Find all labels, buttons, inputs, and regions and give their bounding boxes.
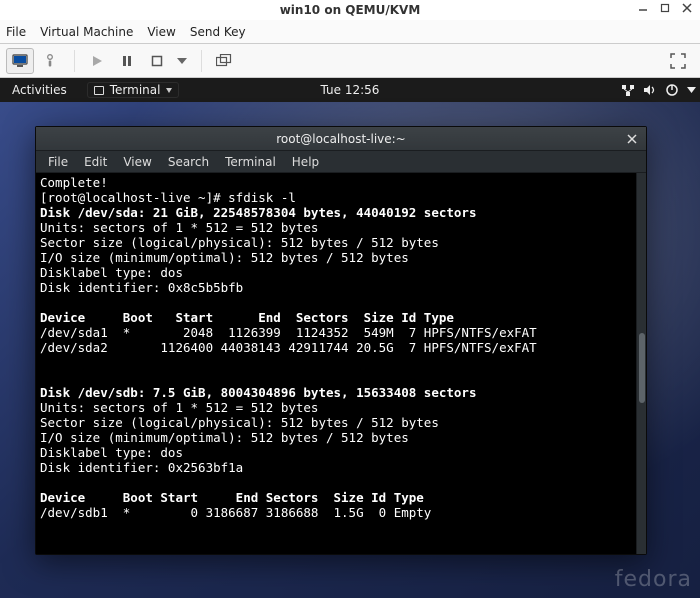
term-line: Disklabel type: dos bbox=[40, 265, 183, 280]
terminal-menubar: File Edit View Search Terminal Help bbox=[36, 151, 646, 173]
host-titlebar: win10 on QEMU/KVM bbox=[0, 0, 700, 20]
gnome-topbar: Activities Terminal Tue 12:56 bbox=[0, 78, 700, 102]
info-icon bbox=[43, 54, 57, 68]
host-menu-file[interactable]: File bbox=[6, 25, 26, 39]
terminal-menu-file[interactable]: File bbox=[48, 155, 68, 169]
window-maximize-button[interactable] bbox=[660, 3, 672, 13]
gnome-app-indicator[interactable]: Terminal bbox=[87, 82, 180, 98]
host-menu-vm[interactable]: Virtual Machine bbox=[40, 25, 133, 39]
chevron-down-icon bbox=[166, 88, 172, 93]
chevron-down-icon bbox=[177, 58, 187, 64]
shutdown-button[interactable] bbox=[143, 48, 171, 74]
term-line: /dev/sda2 1126400 44038143 42911744 20.5… bbox=[40, 340, 537, 355]
term-line: Disk identifier: 0x2563bf1a bbox=[40, 460, 243, 475]
gnome-status-area[interactable] bbox=[621, 83, 696, 97]
term-line: Disk /dev/sdb: 7.5 GiB, 8004304896 bytes… bbox=[40, 385, 477, 400]
terminal-menu-search[interactable]: Search bbox=[168, 155, 209, 169]
pause-icon bbox=[121, 55, 133, 67]
toolbar-separator bbox=[74, 50, 75, 72]
term-line: Device Boot Start End Sectors Size Id Ty… bbox=[40, 310, 454, 325]
host-menu-view[interactable]: View bbox=[147, 25, 175, 39]
fullscreen-icon bbox=[670, 53, 686, 69]
gnome-app-label: Terminal bbox=[110, 83, 161, 97]
show-details-button[interactable] bbox=[36, 48, 64, 74]
terminal-menu-edit[interactable]: Edit bbox=[84, 155, 107, 169]
term-line: Device Boot Start End Sectors Size Id Ty… bbox=[40, 490, 424, 505]
snapshots-button[interactable] bbox=[210, 48, 238, 74]
term-line: /dev/sda1 * 2048 1126399 1124352 549M 7 … bbox=[40, 325, 537, 340]
gnome-activities[interactable]: Activities bbox=[6, 81, 73, 99]
term-line: Disk identifier: 0x8c5b5bfb bbox=[40, 280, 243, 295]
term-line: Sector size (logical/physical): 512 byte… bbox=[40, 415, 439, 430]
fullscreen-button[interactable] bbox=[664, 48, 692, 74]
terminal-menu-help[interactable]: Help bbox=[292, 155, 319, 169]
terminal-scrollbar[interactable] bbox=[636, 173, 646, 554]
fedora-logo: fedora bbox=[615, 567, 692, 592]
term-line: Units: sectors of 1 * 512 = 512 bytes bbox=[40, 220, 318, 235]
power-icon bbox=[665, 83, 679, 97]
gnome-clock[interactable]: Tue 12:56 bbox=[321, 83, 380, 97]
host-toolbar bbox=[0, 44, 700, 78]
terminal-title: root@localhost-live:~ bbox=[276, 132, 406, 146]
network-icon bbox=[621, 84, 635, 97]
play-icon bbox=[91, 55, 103, 67]
close-icon bbox=[627, 134, 637, 144]
terminal-menu-terminal[interactable]: Terminal bbox=[225, 155, 276, 169]
host-window-title: win10 on QEMU/KVM bbox=[0, 3, 700, 17]
host-window-controls bbox=[638, 3, 694, 13]
term-line: Disk /dev/sda: 21 GiB, 22548578304 bytes… bbox=[40, 205, 477, 220]
volume-icon bbox=[643, 84, 657, 96]
terminal-window: root@localhost-live:~ File Edit View Sea… bbox=[35, 126, 647, 555]
terminal-titlebar[interactable]: root@localhost-live:~ bbox=[36, 127, 646, 151]
terminal-menu-view[interactable]: View bbox=[123, 155, 151, 169]
pause-button[interactable] bbox=[113, 48, 141, 74]
term-line: I/O size (minimum/optimal): 512 bytes / … bbox=[40, 430, 409, 445]
window-close-button[interactable] bbox=[682, 3, 694, 13]
scrollbar-thumb[interactable] bbox=[639, 333, 645, 403]
run-button[interactable] bbox=[83, 48, 111, 74]
chevron-down-icon bbox=[687, 87, 696, 93]
term-line: Sector size (logical/physical): 512 byte… bbox=[40, 235, 439, 250]
stop-icon bbox=[150, 54, 164, 68]
monitor-icon bbox=[12, 54, 28, 68]
screens-icon bbox=[216, 54, 232, 68]
terminal-output[interactable]: Complete! [root@localhost-live ~]# sfdis… bbox=[36, 173, 636, 554]
term-line: [root@localhost-live ~]# sfdisk -l bbox=[40, 190, 296, 205]
term-line: I/O size (minimum/optimal): 512 bytes / … bbox=[40, 250, 409, 265]
term-line: Disklabel type: dos bbox=[40, 445, 183, 460]
window-minimize-button[interactable] bbox=[638, 3, 650, 13]
shutdown-menu-button[interactable] bbox=[173, 48, 191, 74]
terminal-close-button[interactable] bbox=[624, 131, 640, 147]
term-line: Complete! bbox=[40, 175, 108, 190]
guest-desktop[interactable]: Activities Terminal Tue 12:56 root@local… bbox=[0, 78, 700, 598]
term-line: /dev/sdb1 * 0 3186687 3186688 1.5G 0 Emp… bbox=[40, 505, 431, 520]
host-menu-sendkey[interactable]: Send Key bbox=[190, 25, 246, 39]
host-menubar: File Virtual Machine View Send Key bbox=[0, 20, 700, 44]
show-console-button[interactable] bbox=[6, 48, 34, 74]
terminal-icon bbox=[94, 86, 104, 95]
term-line: Units: sectors of 1 * 512 = 512 bytes bbox=[40, 400, 318, 415]
toolbar-separator-2 bbox=[201, 50, 202, 72]
